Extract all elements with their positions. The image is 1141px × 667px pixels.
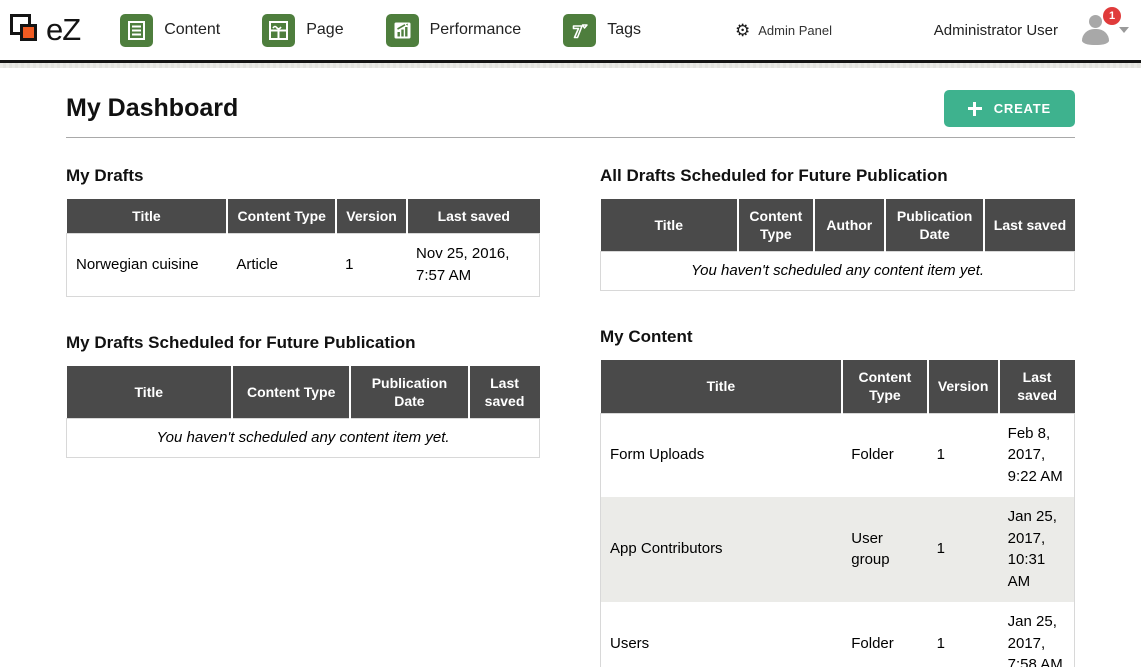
performance-icon bbox=[386, 14, 419, 47]
table-cell: Feb 8, 2017, 9:22 AM bbox=[999, 413, 1075, 497]
column-header: Title bbox=[601, 199, 738, 252]
user-name: Administrator User bbox=[934, 22, 1058, 39]
gear-icon: ⚙ bbox=[735, 22, 750, 39]
column-header: Author bbox=[814, 199, 885, 252]
section-title-my-drafts-scheduled: My Drafts Scheduled for Future Publicati… bbox=[66, 333, 540, 353]
logo-square-orange bbox=[20, 24, 37, 41]
my-content-section: My Content TitleContent TypeVersionLast … bbox=[600, 327, 1075, 667]
table-empty-row: You haven't scheduled any content item y… bbox=[601, 252, 1075, 291]
my-drafts-scheduled-section: My Drafts Scheduled for Future Publicati… bbox=[66, 333, 540, 458]
table-cell: 1 bbox=[336, 234, 407, 297]
nav-label-content: Content bbox=[164, 21, 220, 39]
table-cell: Norwegian cuisine bbox=[67, 234, 228, 297]
column-header: Last saved bbox=[407, 199, 539, 234]
all-drafts-scheduled-section: All Drafts Scheduled for Future Publicat… bbox=[600, 166, 1075, 291]
table-cell: Jan 25, 2017, 10:31 AM bbox=[999, 497, 1075, 602]
all-drafts-scheduled-table: TitleContent TypeAuthorPublication DateL… bbox=[600, 199, 1075, 291]
table-cell: 1 bbox=[928, 497, 999, 602]
nav-label-tags: Tags bbox=[607, 21, 641, 39]
table-cell: App Contributors bbox=[601, 497, 843, 602]
section-title-all-drafts-scheduled: All Drafts Scheduled for Future Publicat… bbox=[600, 166, 1075, 186]
create-button-label: CREATE bbox=[994, 101, 1051, 116]
title-divider bbox=[66, 137, 1075, 138]
column-header: Last saved bbox=[999, 360, 1075, 413]
column-header: Publication Date bbox=[885, 199, 985, 252]
table-cell: Folder bbox=[842, 602, 927, 667]
column-header: Title bbox=[67, 366, 233, 419]
column-header: Content Type bbox=[842, 360, 927, 413]
table-header-row: TitleContent TypePublication DateLast sa… bbox=[67, 366, 540, 419]
top-navigation-bar: eZ Content Page Performance Tags bbox=[0, 0, 1141, 60]
right-column: All Drafts Scheduled for Future Publicat… bbox=[600, 166, 1075, 667]
dashboard-main: My Dashboard CREATE My Drafts TitleConte… bbox=[0, 90, 1141, 667]
empty-message: You haven't scheduled any content item y… bbox=[601, 252, 1075, 291]
section-title-my-content: My Content bbox=[600, 327, 1075, 347]
ez-logo[interactable]: eZ bbox=[8, 9, 80, 51]
column-header: Version bbox=[336, 199, 407, 234]
avatar-icon-body bbox=[1082, 29, 1109, 45]
table-cell: 1 bbox=[928, 413, 999, 497]
table-row[interactable]: App ContributorsUser group1Jan 25, 2017,… bbox=[601, 497, 1075, 602]
dashboard-grid: My Drafts TitleContent TypeVersionLast s… bbox=[66, 166, 1075, 667]
page-icon bbox=[262, 14, 295, 47]
table-row[interactable]: Form UploadsFolder1Feb 8, 2017, 9:22 AM bbox=[601, 413, 1075, 497]
section-title-my-drafts: My Drafts bbox=[66, 166, 540, 186]
column-header: Content Type bbox=[232, 366, 350, 419]
column-header: Title bbox=[67, 199, 228, 234]
table-cell: User group bbox=[842, 497, 927, 602]
user-menu: Administrator User 1 bbox=[934, 14, 1129, 46]
user-avatar[interactable]: 1 bbox=[1080, 14, 1112, 46]
column-header: Version bbox=[928, 360, 999, 413]
my-content-table: TitleContent TypeVersionLast savedForm U… bbox=[600, 360, 1075, 667]
column-header: Content Type bbox=[738, 199, 814, 252]
content-icon bbox=[120, 14, 153, 47]
header-texture-strip bbox=[0, 63, 1141, 68]
notification-badge[interactable]: 1 bbox=[1103, 7, 1121, 25]
create-button[interactable]: CREATE bbox=[944, 90, 1075, 127]
admin-panel-label: Admin Panel bbox=[758, 23, 832, 38]
table-row[interactable]: Norwegian cuisineArticle1Nov 25, 2016, 7… bbox=[67, 234, 540, 297]
left-column: My Drafts TitleContent TypeVersionLast s… bbox=[66, 166, 540, 667]
title-row: My Dashboard CREATE bbox=[66, 90, 1075, 127]
table-cell: 1 bbox=[928, 602, 999, 667]
main-nav: Content Page Performance Tags bbox=[120, 14, 683, 47]
empty-message: You haven't scheduled any content item y… bbox=[67, 419, 540, 458]
column-header: Last saved bbox=[469, 366, 540, 419]
tags-icon bbox=[563, 14, 596, 47]
table-cell: Folder bbox=[842, 413, 927, 497]
page-title: My Dashboard bbox=[66, 94, 238, 123]
chevron-down-icon[interactable] bbox=[1119, 27, 1129, 33]
plus-icon bbox=[968, 102, 982, 116]
nav-item-tags[interactable]: Tags bbox=[563, 14, 641, 47]
table-header-row: TitleContent TypeAuthorPublication DateL… bbox=[601, 199, 1075, 252]
column-header: Content Type bbox=[227, 199, 336, 234]
column-header: Publication Date bbox=[350, 366, 468, 419]
nav-item-performance[interactable]: Performance bbox=[386, 14, 522, 47]
my-drafts-section: My Drafts TitleContent TypeVersionLast s… bbox=[66, 166, 540, 297]
nav-label-page: Page bbox=[306, 21, 343, 39]
nav-label-performance: Performance bbox=[430, 21, 522, 39]
table-cell: Form Uploads bbox=[601, 413, 843, 497]
table-header-row: TitleContent TypeVersionLast saved bbox=[67, 199, 540, 234]
my-drafts-table: TitleContent TypeVersionLast savedNorweg… bbox=[66, 199, 540, 297]
my-drafts-scheduled-table: TitleContent TypePublication DateLast sa… bbox=[66, 366, 540, 458]
column-header: Last saved bbox=[984, 199, 1074, 252]
table-empty-row: You haven't scheduled any content item y… bbox=[67, 419, 540, 458]
table-cell: Nov 25, 2016, 7:57 AM bbox=[407, 234, 539, 297]
table-cell: Article bbox=[227, 234, 336, 297]
table-cell: Jan 25, 2017, 7:58 AM bbox=[999, 602, 1075, 667]
nav-item-content[interactable]: Content bbox=[120, 14, 220, 47]
admin-panel-button[interactable]: ⚙ Admin Panel bbox=[735, 22, 832, 39]
table-cell: Users bbox=[601, 602, 843, 667]
table-header-row: TitleContent TypeVersionLast saved bbox=[601, 360, 1075, 413]
logo-text: eZ bbox=[46, 12, 80, 48]
avatar-icon bbox=[1089, 15, 1102, 28]
table-row[interactable]: UsersFolder1Jan 25, 2017, 7:58 AM bbox=[601, 602, 1075, 667]
nav-item-page[interactable]: Page bbox=[262, 14, 343, 47]
ez-logo-icon bbox=[8, 9, 44, 51]
column-header: Title bbox=[601, 360, 843, 413]
